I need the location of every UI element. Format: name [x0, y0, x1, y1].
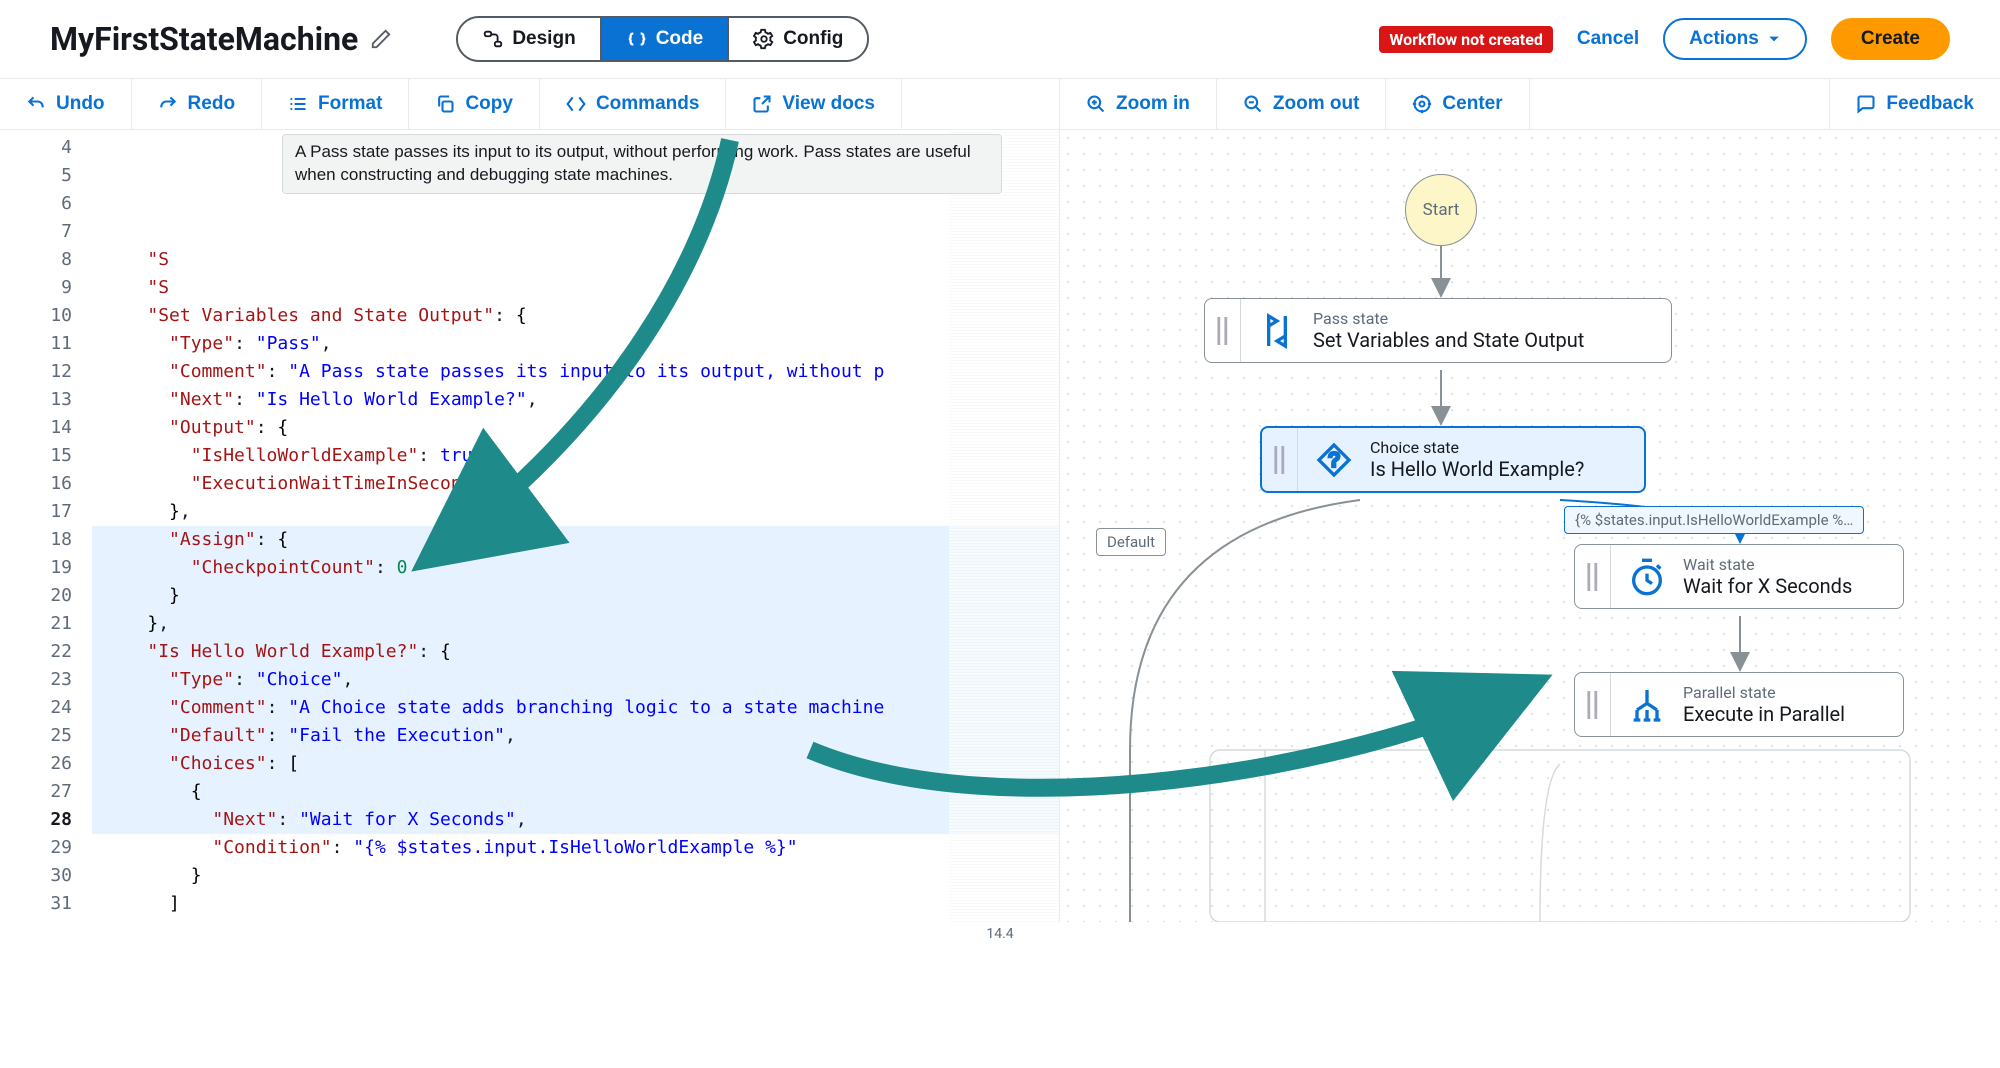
header: MyFirstStateMachine Design Code Config W… — [0, 0, 2000, 79]
chevron-down-icon — [1767, 32, 1781, 46]
zoom-in-icon — [1086, 94, 1106, 114]
canvas-pane[interactable]: Start Pass stateSet Variables and State … — [1060, 130, 2000, 922]
redo-button[interactable]: Redo — [132, 79, 263, 129]
pass-icon — [1241, 299, 1313, 362]
external-icon — [752, 94, 772, 114]
node-kind: Choice state — [1370, 438, 1584, 457]
node-choice[interactable]: ? Choice stateIs Hello World Example? — [1260, 426, 1646, 493]
drag-handle-icon[interactable] — [1575, 673, 1611, 736]
copy-button[interactable]: Copy — [409, 79, 540, 129]
undo-icon — [26, 94, 46, 114]
zoom-out-icon — [1243, 94, 1263, 114]
redo-icon — [158, 94, 178, 114]
drag-handle-icon[interactable] — [1575, 545, 1611, 608]
create-button[interactable]: Create — [1831, 18, 1950, 60]
actions-button[interactable]: Actions — [1663, 18, 1807, 60]
editor-toolbar: Undo Redo Format Copy Commands View docs — [0, 79, 1060, 129]
node-name: Wait for X Seconds — [1683, 574, 1852, 598]
tab-code[interactable]: Code — [600, 18, 728, 60]
format-icon — [288, 94, 308, 114]
node-pass[interactable]: Pass stateSet Variables and State Output — [1204, 298, 1672, 363]
center-button[interactable]: Center — [1386, 79, 1529, 129]
node-kind: Parallel state — [1683, 683, 1845, 702]
undo-button[interactable]: Undo — [0, 79, 132, 129]
toolbars: Undo Redo Format Copy Commands View docs… — [0, 79, 2000, 130]
editor-pane: 4567891011121314151617181920212223242526… — [0, 130, 1060, 922]
tab-config[interactable]: Config — [727, 18, 867, 60]
node-name: Is Hello World Example? — [1370, 457, 1584, 481]
main: 4567891011121314151617181920212223242526… — [0, 130, 2000, 922]
tooltip: A Pass state passes its input to its out… — [282, 134, 1002, 194]
node-wait[interactable]: Wait stateWait for X Seconds — [1574, 544, 1904, 609]
node-kind: Wait state — [1683, 555, 1852, 574]
edit-icon[interactable] — [370, 28, 392, 50]
cancel-button[interactable]: Cancel — [1577, 28, 1639, 50]
node-parallel[interactable]: Parallel stateExecute in Parallel — [1574, 672, 1904, 737]
node-name: Execute in Parallel — [1683, 702, 1845, 726]
canvas-toolbar: Zoom in Zoom out Center Feedback — [1060, 79, 2000, 129]
commands-icon — [566, 94, 586, 114]
drag-handle-icon[interactable] — [1205, 299, 1241, 362]
minimap[interactable] — [949, 130, 1059, 922]
code-editor[interactable]: A Pass state passes its input to its out… — [92, 130, 1059, 922]
zoom-in-button[interactable]: Zoom in — [1060, 79, 1217, 129]
view-tabs: Design Code Config — [456, 16, 869, 62]
choice-icon: ? — [1298, 428, 1370, 491]
start-node[interactable]: Start — [1405, 174, 1477, 246]
page-title: MyFirstStateMachine — [50, 20, 358, 58]
format-button[interactable]: Format — [262, 79, 409, 129]
svg-text:?: ? — [1328, 449, 1339, 471]
zoom-out-button[interactable]: Zoom out — [1217, 79, 1387, 129]
feedback-button[interactable]: Feedback — [1829, 79, 2000, 129]
edge-label[interactable]: Default — [1096, 528, 1166, 556]
node-kind: Pass state — [1313, 309, 1584, 328]
edge-label[interactable]: {% $states.input.IsHelloWorldExample %… — [1564, 506, 1864, 534]
footer: 14.4 — [0, 922, 2000, 946]
drag-handle-icon[interactable] — [1262, 428, 1298, 491]
node-name: Set Variables and State Output — [1313, 328, 1584, 352]
copy-icon — [435, 94, 455, 114]
title-wrap: MyFirstStateMachine — [50, 20, 392, 58]
center-icon — [1412, 94, 1432, 114]
parallel-icon — [1611, 673, 1683, 736]
feedback-icon — [1856, 94, 1876, 114]
tab-design[interactable]: Design — [458, 18, 599, 60]
status-badge: Workflow not created — [1379, 26, 1552, 53]
view-docs-button[interactable]: View docs — [726, 79, 902, 129]
gutter: 4567891011121314151617181920212223242526… — [0, 130, 92, 922]
commands-button[interactable]: Commands — [540, 79, 726, 129]
wait-icon — [1611, 545, 1683, 608]
